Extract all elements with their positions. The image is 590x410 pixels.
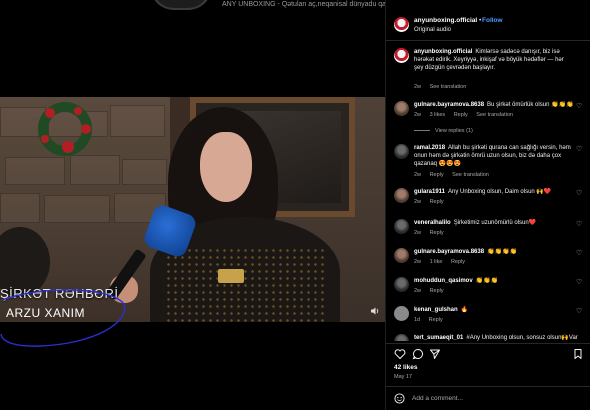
author-avatar[interactable] [394,17,409,32]
bookmark-icon[interactable] [572,348,584,360]
comment-time: 1d [414,317,421,323]
commenter-avatar[interactable] [394,248,409,263]
comment-username[interactable]: kenan_gulshan [414,307,458,313]
reply-button[interactable]: Reply [430,172,444,178]
commenter-avatar[interactable] [394,277,409,292]
view-replies-button[interactable]: View replies (1) [414,128,473,134]
dress-pattern [165,247,325,322]
reply-button[interactable]: Reply [430,230,444,236]
commenter-avatar[interactable] [394,306,409,321]
comment-username[interactable]: tert_sumaeqit_01 [414,335,463,341]
heart-icon[interactable] [394,348,406,360]
reply-button[interactable]: Reply [430,199,444,205]
top-banner: ANY UNBOXING - Qətulan aç,neqanisal düny… [150,0,385,10]
comment-username[interactable]: gulnare.bayramova.8638 [414,102,484,108]
comment-likes[interactable]: 3 likes [430,112,446,118]
like-comment-heart-icon[interactable]: ♡ [576,146,584,154]
author-username-text[interactable]: anyunboxing.official [414,17,477,24]
comment-text: 👏👏👏👏 [487,249,517,255]
like-comment-heart-icon[interactable]: ♡ [576,308,584,316]
emoji-icon[interactable] [394,393,405,404]
name-badge [218,269,244,283]
author-avatar[interactable] [394,48,409,63]
post-header: anyunboxing.official • Follow Original a… [386,14,590,38]
comment-username[interactable]: gulara1911 [414,189,445,195]
see-translation-link[interactable]: See translation [452,172,489,178]
commenter-avatar[interactable] [394,334,409,341]
post-sidebar: anyunboxing.official • Follow Original a… [385,0,590,410]
header-divider [386,40,590,41]
reply-button[interactable]: Reply [451,259,465,265]
reply-button[interactable]: Reply [429,317,443,323]
add-comment-bar [386,386,590,410]
like-comment-heart-icon[interactable]: ♡ [576,221,584,229]
commenter-avatar[interactable] [394,144,409,159]
comment-time: 2w [414,230,422,236]
comment-time: 2w [414,199,422,205]
lower-third-name: ARZU XANIM [6,306,86,320]
add-comment-input[interactable] [412,392,562,405]
lower-third-title: ŞİRKƏT RƏHBƏRİ [0,286,119,301]
like-comment-heart-icon[interactable]: ♡ [576,250,584,258]
commenter-avatar[interactable] [394,188,409,203]
post-actions-bar [386,343,590,361]
comment-text: Any Unboxing olsun, Daim olsun 🙌❤️ [448,189,552,195]
comment-text: Şirketimiz uzunömürlü olsun❤️ [453,220,537,226]
christmas-wreath [38,102,92,156]
like-comment-heart-icon[interactable]: ♡ [576,190,584,198]
interviewee-face [200,132,252,202]
video-player[interactable]: ANY UNBOXING - Qətulan aç,neqanisal düny… [0,0,385,410]
comment-time: 2w [414,172,422,178]
post-date: May 17 [394,374,413,380]
comment-username[interactable]: gulnare.bayramova.8638 [414,249,484,255]
follow-button[interactable]: Follow [482,17,503,24]
comment-time: 2w [414,288,422,294]
comment-text: Bu şirkət ömürlük olsun 👏👏👏 [487,102,574,108]
author-username[interactable]: anyunboxing.official • [414,17,481,24]
like-comment-heart-icon[interactable]: ♡ [576,103,584,111]
caption-time: 2w [414,84,422,90]
top-caption: ANY UNBOXING - Qətulan aç,neqanisal düny… [222,1,385,8]
commenter-avatar[interactable] [394,219,409,234]
see-translation-link[interactable]: See translation [430,84,467,90]
comments-list[interactable]: anyunboxing.official Kimlərsə sadəcə danı… [386,44,590,341]
reply-button[interactable]: Reply [454,112,468,118]
comment-likes[interactable]: 1 like [430,259,443,265]
share-icon[interactable] [429,348,441,360]
comment-username[interactable]: mohuddun_qasimov [414,278,473,284]
comment-icon[interactable] [412,348,424,360]
caption-username[interactable]: anyunboxing.official [414,49,472,55]
comment-text: 🔥 [460,307,469,313]
comment-text: 👏👏👏 [475,278,499,284]
reply-button[interactable]: Reply [430,288,444,294]
instagram-post-view: ANY UNBOXING - Qətulan aç,neqanisal düny… [0,0,590,410]
separator-dot: • [479,17,482,24]
comment-time: 2w [414,112,422,118]
caption-meta: 2w See translation [414,84,473,90]
like-comment-heart-icon[interactable]: ♡ [576,279,584,287]
comment-text: #Any Unboxing olsun, sonsuz olsun🙌Var [466,335,578,341]
commenter-avatar[interactable] [394,101,409,116]
see-translation-link[interactable]: See translation [476,112,513,118]
comment-username[interactable]: ramal.2018 [414,145,445,151]
comment-time: 2w [414,259,422,265]
brand-logo [150,0,212,10]
caption-body: anyunboxing.official Kimlərsə sadəcə danı… [414,48,574,72]
likes-count[interactable]: 42 likes [394,364,418,371]
volume-icon[interactable] [370,306,380,316]
comment-username[interactable]: veneralhalilo [414,220,451,226]
audio-label[interactable]: Original audio [414,27,451,33]
